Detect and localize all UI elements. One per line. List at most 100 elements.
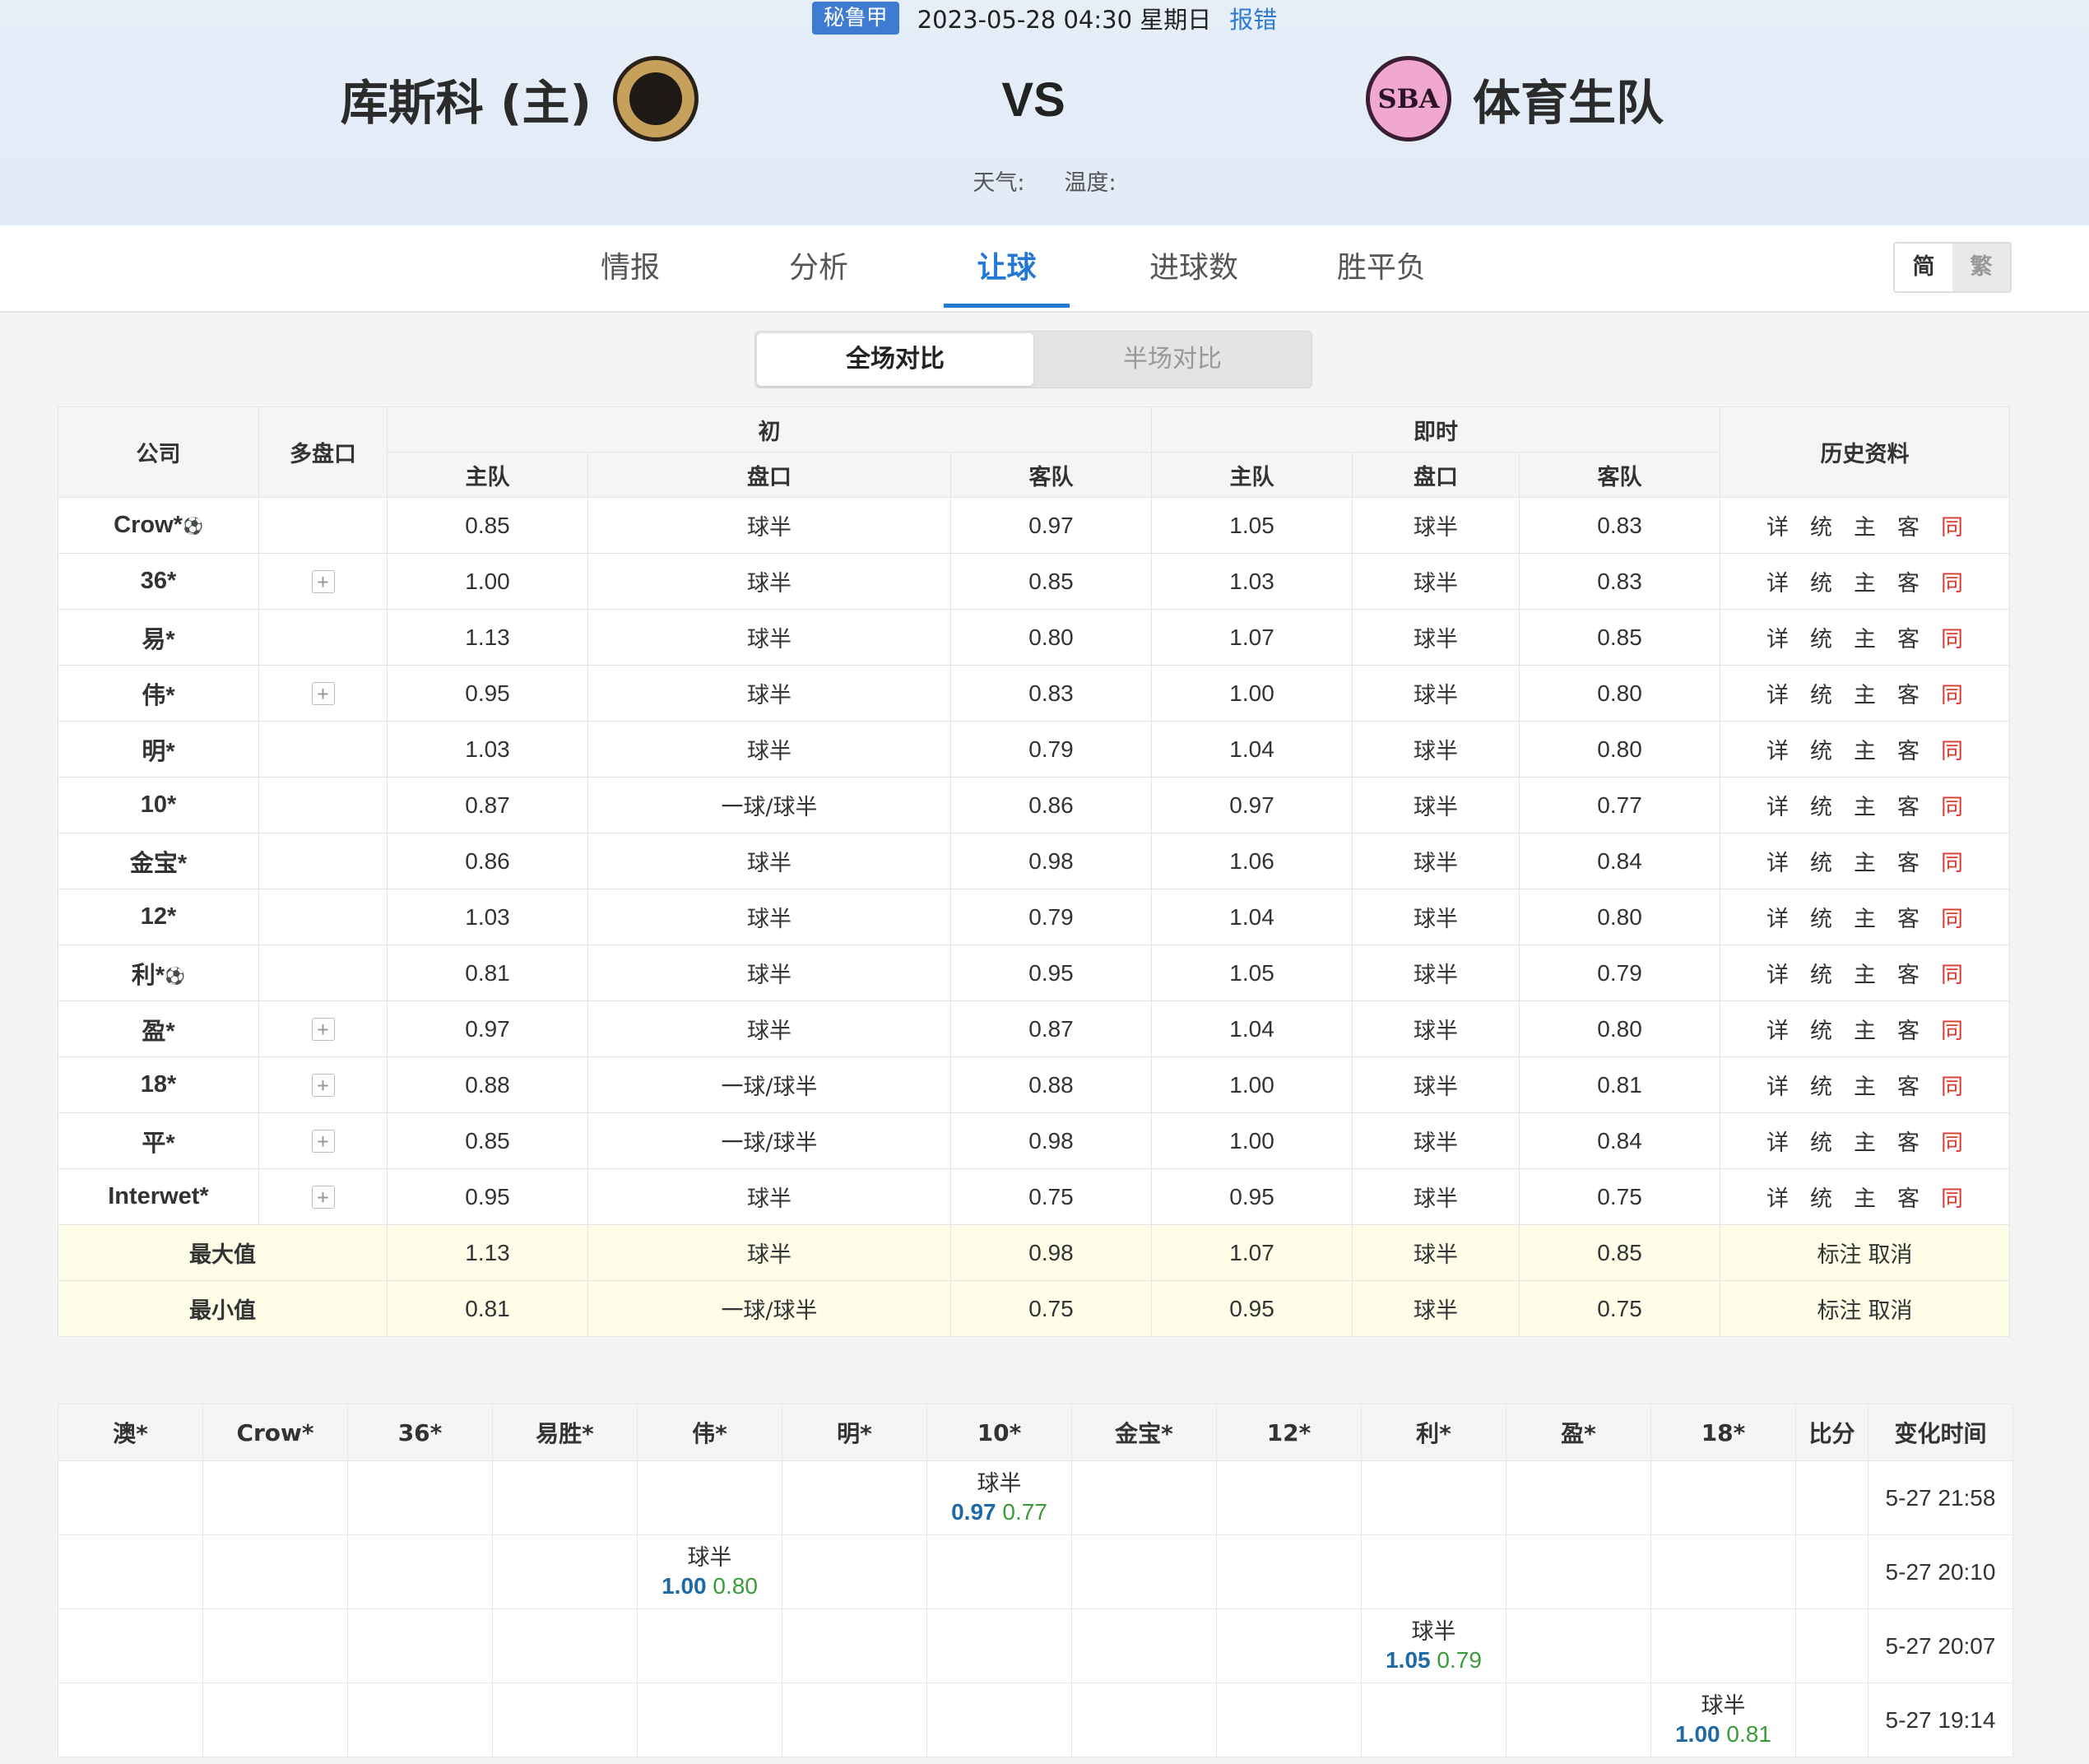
history-detail-link[interactable]: 详 (1766, 1013, 1789, 1045)
history-home-link[interactable]: 主 (1854, 1125, 1876, 1157)
multi-line-cell[interactable]: + (258, 1056, 388, 1113)
multi-line-cell[interactable]: + (258, 665, 388, 722)
history-same-link[interactable]: 同 (1941, 509, 1963, 541)
history-away-link[interactable]: 客 (1897, 957, 1920, 989)
history-detail-link[interactable]: 详 (1766, 957, 1789, 989)
tab-analysis[interactable]: 分析 (773, 225, 864, 308)
history-detail-link[interactable]: 详 (1766, 509, 1789, 541)
history-same-link[interactable]: 同 (1941, 565, 1963, 597)
history-same-link[interactable]: 同 (1941, 901, 1963, 933)
full-time-compare-button[interactable]: 全场对比 (757, 333, 1033, 386)
history-stats-link[interactable]: 统 (1810, 957, 1832, 989)
history-home-link[interactable]: 主 (1854, 1181, 1876, 1213)
mark-link[interactable]: 标注 (1817, 1242, 1862, 1268)
history-detail-link[interactable]: 详 (1766, 1181, 1789, 1213)
history-detail-link[interactable]: 详 (1766, 1125, 1789, 1157)
history-away-link[interactable]: 客 (1897, 509, 1920, 541)
history-home-link[interactable]: 主 (1854, 733, 1876, 765)
history-away-link[interactable]: 客 (1897, 901, 1920, 933)
mark-link[interactable]: 标注 (1817, 1298, 1862, 1324)
home-team[interactable]: 库斯科 (主) (341, 56, 699, 142)
tab-intel[interactable]: 情报 (585, 225, 675, 308)
home-team-name[interactable]: 库斯科 (主) (341, 64, 592, 133)
report-error-link[interactable]: 报错 (1229, 1, 1277, 35)
expand-plus-icon[interactable]: + (311, 1130, 335, 1153)
history-stats-link[interactable]: 统 (1810, 509, 1832, 541)
history-away-link[interactable]: 客 (1897, 1181, 1920, 1213)
history-stats-link[interactable]: 统 (1810, 677, 1832, 709)
history-same-link[interactable]: 同 (1941, 1125, 1963, 1157)
history-stats-link[interactable]: 统 (1810, 845, 1832, 877)
simplified-chinese-button[interactable]: 简 (1895, 244, 1952, 291)
history-away-link[interactable]: 客 (1897, 733, 1920, 765)
tab-1x2[interactable]: 胜平负 (1328, 225, 1435, 308)
history-home-link[interactable]: 主 (1854, 509, 1876, 541)
header-history: 历史资料 (1720, 406, 2011, 498)
expand-plus-icon[interactable]: + (311, 570, 335, 593)
history-same-link[interactable]: 同 (1941, 733, 1963, 765)
empty-cell (926, 1683, 1072, 1757)
expand-plus-icon[interactable]: + (311, 1074, 335, 1097)
history-away-link[interactable]: 客 (1897, 677, 1920, 709)
history-stats-link[interactable]: 统 (1810, 1181, 1832, 1213)
tab-handicap[interactable]: 让球 (944, 225, 1070, 308)
history-home-link[interactable]: 主 (1854, 1013, 1876, 1045)
history-away-link[interactable]: 客 (1897, 845, 1920, 877)
history-detail-link[interactable]: 详 (1766, 901, 1789, 933)
history-same-link[interactable]: 同 (1941, 1013, 1963, 1045)
history-same-link[interactable]: 同 (1941, 845, 1963, 877)
history-home-link[interactable]: 主 (1854, 1069, 1876, 1101)
history-away-link[interactable]: 客 (1897, 565, 1920, 597)
expand-plus-icon[interactable]: + (311, 682, 335, 705)
history-stats-link[interactable]: 统 (1810, 1069, 1832, 1101)
company-name: 盈* (58, 1000, 259, 1057)
history-same-link[interactable]: 同 (1941, 957, 1963, 989)
half-time-compare-button[interactable]: 半场对比 (1034, 333, 1311, 386)
history-detail-link[interactable]: 详 (1766, 733, 1789, 765)
history-detail-link[interactable]: 详 (1766, 621, 1789, 653)
expand-plus-icon[interactable]: + (311, 1186, 335, 1209)
multi-line-cell[interactable]: + (258, 553, 388, 610)
history-away-link[interactable]: 客 (1897, 1013, 1920, 1045)
history-detail-link[interactable]: 详 (1766, 565, 1789, 597)
cancel-link[interactable]: 取消 (1868, 1242, 1913, 1268)
history-detail-link[interactable]: 详 (1766, 845, 1789, 877)
history-same-link[interactable]: 同 (1941, 1069, 1963, 1101)
history-stats-link[interactable]: 统 (1810, 901, 1832, 933)
cancel-link[interactable]: 取消 (1868, 1298, 1913, 1324)
history-away-link[interactable]: 客 (1897, 789, 1920, 821)
history-stats-link[interactable]: 统 (1810, 733, 1832, 765)
history-stats-link[interactable]: 统 (1810, 789, 1832, 821)
history-same-link[interactable]: 同 (1941, 789, 1963, 821)
multi-line-cell[interactable]: + (258, 1168, 388, 1225)
multi-line-cell[interactable]: + (258, 1112, 388, 1169)
history-detail-link[interactable]: 详 (1766, 789, 1789, 821)
expand-plus-icon[interactable]: + (311, 1018, 335, 1041)
history-detail-link[interactable]: 详 (1766, 677, 1789, 709)
multi-line-cell[interactable]: + (258, 1000, 388, 1057)
history-home-link[interactable]: 主 (1854, 901, 1876, 933)
empty-cell (1216, 1683, 1362, 1757)
history-away-link[interactable]: 客 (1897, 1125, 1920, 1157)
history-detail-link[interactable]: 详 (1766, 1069, 1789, 1101)
history-stats-link[interactable]: 统 (1810, 621, 1832, 653)
league-badge[interactable]: 秘鲁甲 (811, 2, 899, 35)
history-stats-link[interactable]: 统 (1810, 565, 1832, 597)
history-home-link[interactable]: 主 (1854, 957, 1876, 989)
history-home-link[interactable]: 主 (1854, 789, 1876, 821)
away-team-name[interactable]: 体育生队 (1473, 64, 1664, 133)
history-home-link[interactable]: 主 (1854, 677, 1876, 709)
history-same-link[interactable]: 同 (1941, 677, 1963, 709)
history-stats-link[interactable]: 统 (1810, 1125, 1832, 1157)
history-away-link[interactable]: 客 (1897, 621, 1920, 653)
history-home-link[interactable]: 主 (1854, 565, 1876, 597)
history-same-link[interactable]: 同 (1941, 621, 1963, 653)
tab-goals[interactable]: 进球数 (1140, 225, 1247, 308)
history-same-link[interactable]: 同 (1941, 1181, 1963, 1213)
traditional-chinese-button[interactable]: 繁 (1952, 244, 2010, 291)
history-home-link[interactable]: 主 (1854, 845, 1876, 877)
history-home-link[interactable]: 主 (1854, 621, 1876, 653)
history-stats-link[interactable]: 统 (1810, 1013, 1832, 1045)
history-away-link[interactable]: 客 (1897, 1069, 1920, 1101)
away-team[interactable]: SBA 体育生队 (1366, 56, 1664, 142)
